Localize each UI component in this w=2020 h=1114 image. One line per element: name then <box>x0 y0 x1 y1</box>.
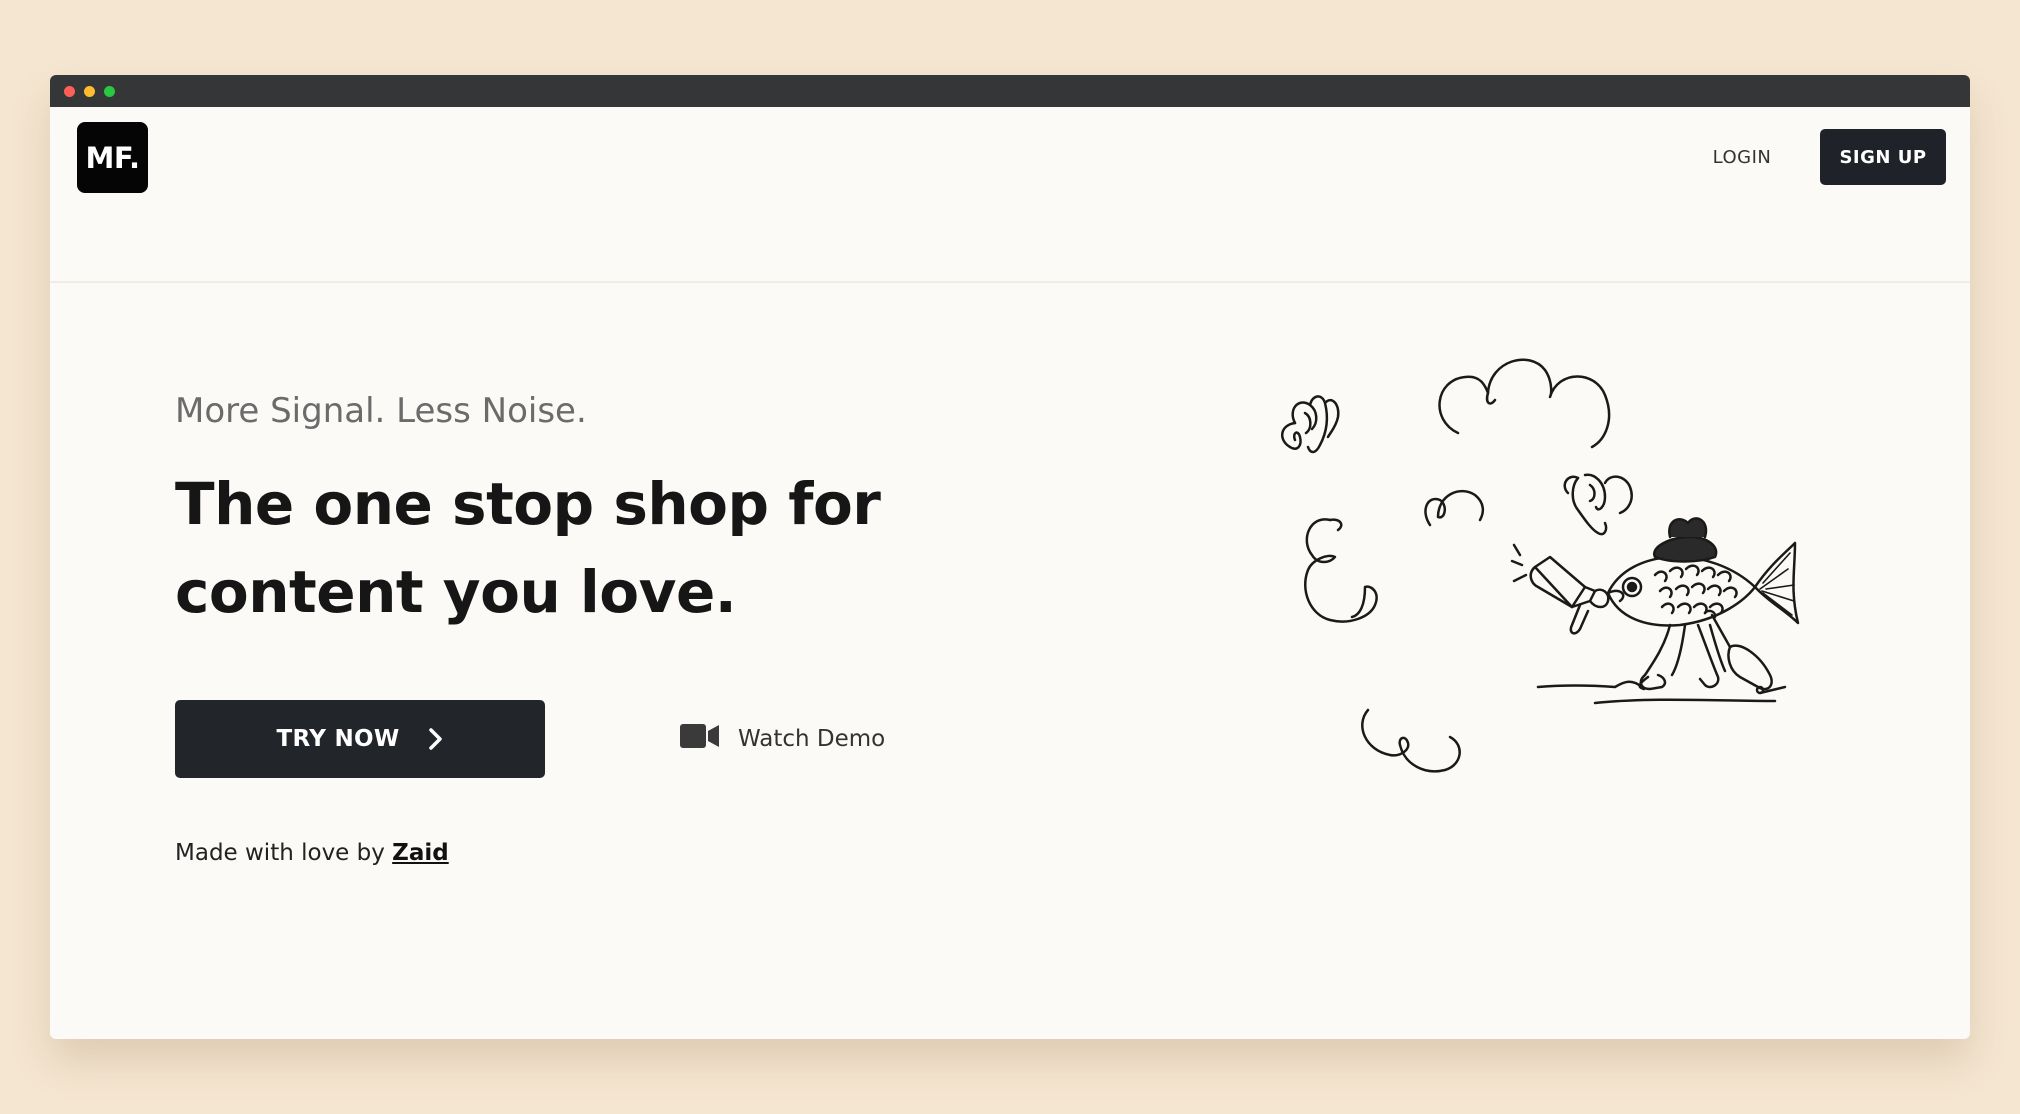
credit-line: Made with love by Zaid <box>175 840 449 866</box>
hero-tagline: More Signal. Less Noise. <box>175 391 587 431</box>
close-window-button[interactable] <box>64 86 75 97</box>
logo[interactable]: MF. <box>77 122 148 193</box>
fish-megaphone-illustration <box>1281 358 1800 773</box>
author-link[interactable]: Zaid <box>392 840 449 866</box>
try-now-button[interactable]: TRY NOW <box>175 700 545 778</box>
credit-prefix: Made with love by <box>175 840 385 866</box>
try-now-label: TRY NOW <box>276 726 400 752</box>
navbar: MF. LOGIN SIGN UP <box>50 107 1970 283</box>
window-titlebar <box>50 75 1970 107</box>
signup-button[interactable]: SIGN UP <box>1820 129 1946 185</box>
watch-demo-link[interactable]: Watch Demo <box>680 717 885 761</box>
hero-headline: The one stop shop for content you love. <box>175 470 881 626</box>
minimize-window-button[interactable] <box>84 86 95 97</box>
login-link[interactable]: LOGIN <box>1712 137 1772 177</box>
browser-window: MF. LOGIN SIGN UP More Signal. Less Nois… <box>50 75 1970 1039</box>
chevron-right-icon <box>428 727 444 751</box>
watch-demo-label: Watch Demo <box>738 726 886 752</box>
video-camera-icon <box>680 723 720 755</box>
maximize-window-button[interactable] <box>104 86 115 97</box>
